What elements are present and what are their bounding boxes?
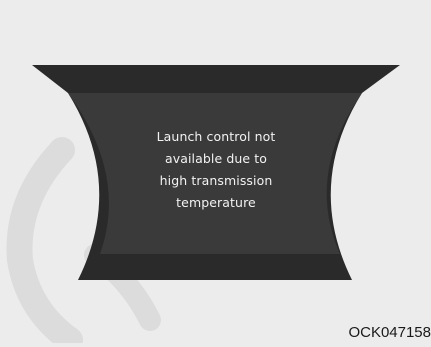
figure-reference-code: OCK047158 [348, 324, 431, 341]
message-line-1: Launch control not [156, 129, 276, 144]
message-line-2: available due to [164, 151, 268, 166]
message-line-4: temperature [176, 195, 256, 210]
warning-message: Launch control not available due to high… [110, 126, 322, 214]
message-line-3: high transmission [159, 173, 273, 188]
